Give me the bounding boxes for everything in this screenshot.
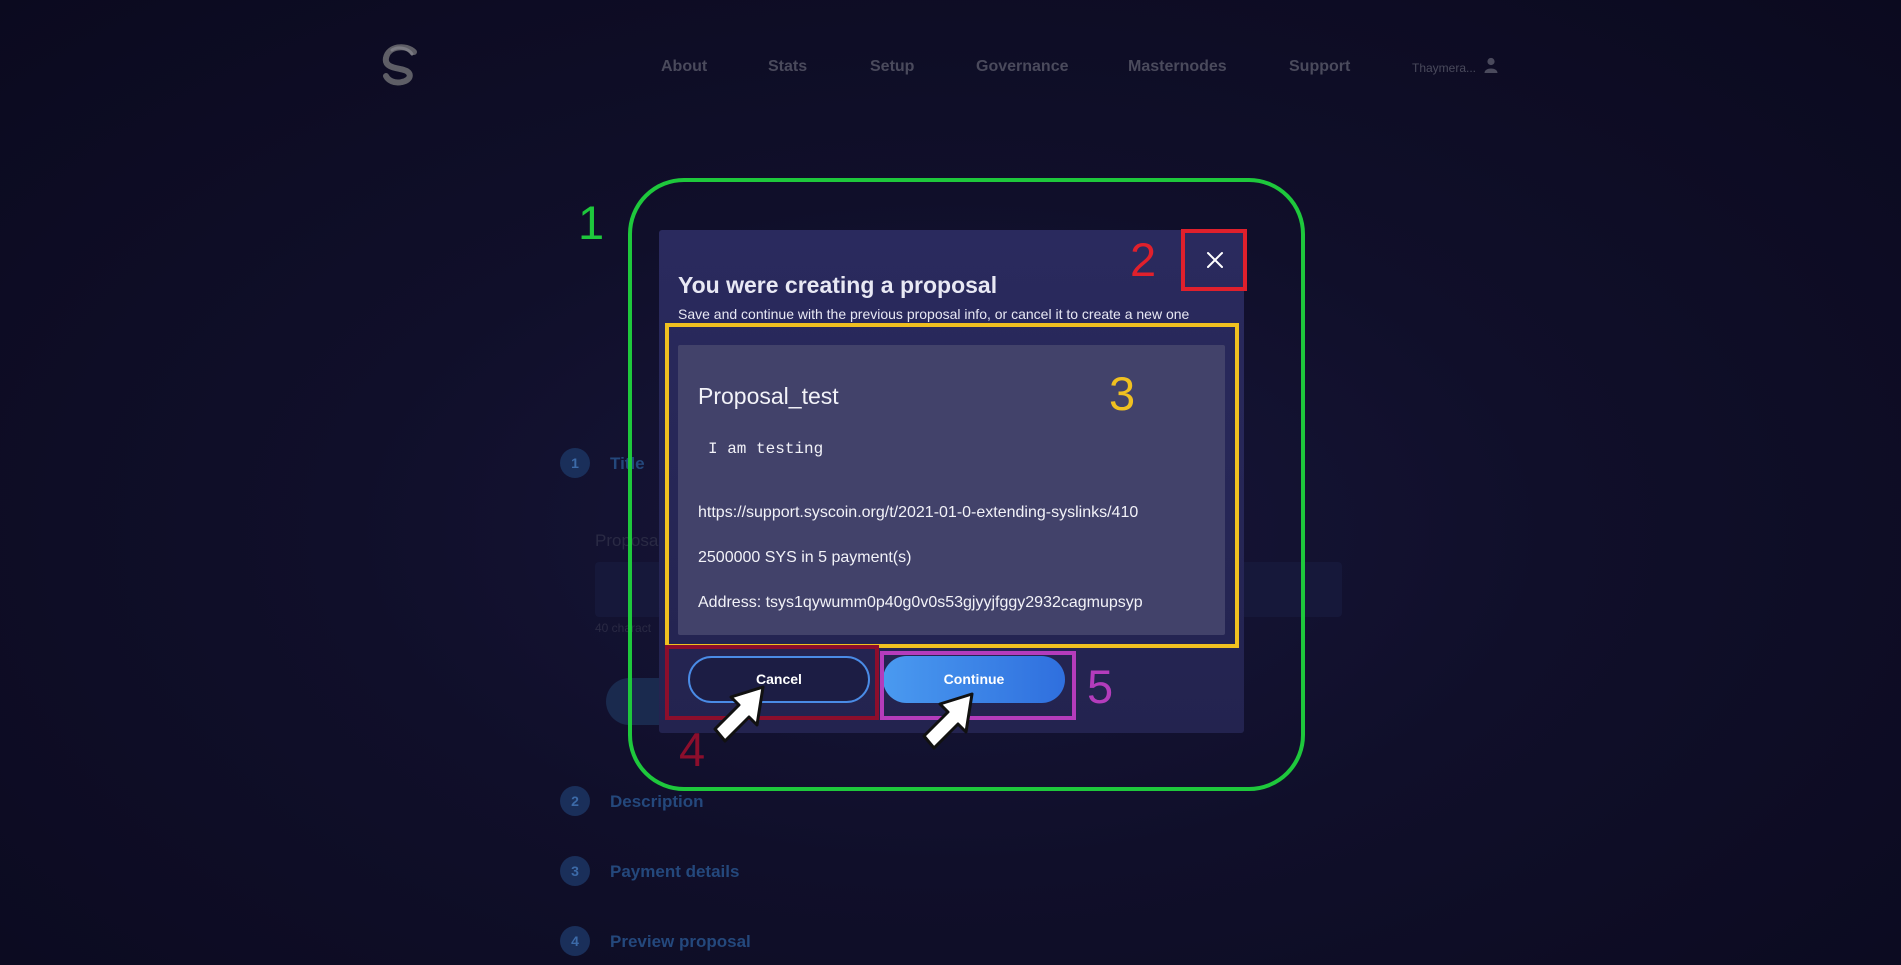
step-number: 4: [560, 926, 590, 956]
proposal-title: Proposal_test: [698, 383, 839, 409]
user-name-link[interactable]: Thaymera...: [1412, 61, 1476, 75]
close-icon: [1207, 252, 1223, 268]
dialog-title: You were creating a proposal: [678, 272, 998, 298]
dialog-subtitle: Save and continue with the previous prop…: [678, 306, 1190, 322]
step-number: 2: [560, 786, 590, 816]
proposal-amount: 2500000 SYS in 5 payment(s): [698, 549, 912, 566]
annotation-number: 5: [1087, 660, 1114, 713]
nav-masternodes-link[interactable]: Masternodes: [1128, 58, 1227, 76]
top-navigation: About Stats Setup Governance Masternodes…: [0, 0, 1901, 135]
nav-governance-link[interactable]: Governance: [976, 58, 1068, 76]
nav-setup-link[interactable]: Setup: [870, 58, 914, 76]
user-icon[interactable]: [1484, 57, 1498, 73]
pointer-arrow-icon: [922, 692, 974, 750]
nav-stats-link[interactable]: Stats: [768, 58, 807, 76]
annotation-number: 2: [1130, 233, 1157, 286]
pointer-arrow-icon: [713, 685, 765, 743]
step-label: Payment details: [610, 862, 740, 881]
annotation-number: 4: [679, 723, 706, 776]
proposal-url: https://support.syscoin.org/t/2021-01-0-…: [698, 504, 1139, 521]
step-label: Title: [610, 454, 645, 473]
annotation-number: 3: [1109, 367, 1136, 420]
step-label: Description: [610, 792, 704, 811]
nav-about-link[interactable]: About: [661, 58, 707, 76]
close-button[interactable]: [1199, 244, 1231, 276]
resume-proposal-dialog: You were creating a proposal Save and co…: [659, 230, 1244, 733]
proposal-address: Address: tsys1qywumm0p40g0v0s53gjyyjfggy…: [698, 594, 1143, 611]
step-number: 1: [560, 448, 590, 478]
step-number: 3: [560, 856, 590, 886]
title-hint: 40 charact: [595, 621, 652, 635]
title-field-label: Proposa: [595, 531, 659, 550]
proposal-description: I am testing: [708, 440, 824, 458]
proposal-preview-card: Proposal_test I am testing https://suppo…: [678, 345, 1225, 635]
annotation-number: 1: [578, 196, 605, 249]
step-label: Preview proposal: [610, 932, 751, 951]
nav-support-link[interactable]: Support: [1289, 58, 1350, 76]
